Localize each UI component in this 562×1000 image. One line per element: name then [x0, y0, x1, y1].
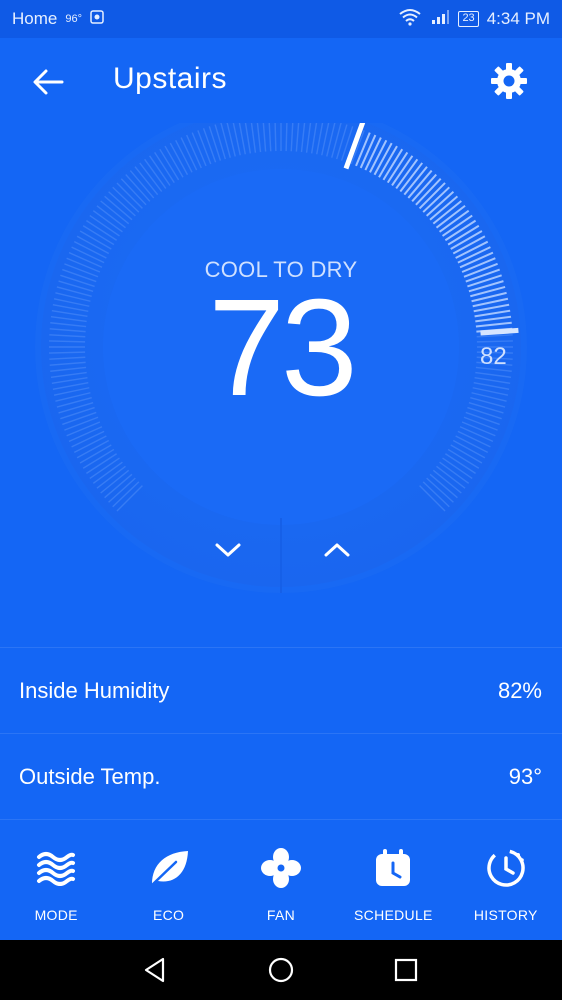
square-recents-icon: [394, 958, 418, 982]
decrease-temperature-button[interactable]: [174, 513, 281, 587]
wifi-icon: [398, 8, 422, 31]
settings-button[interactable]: [490, 62, 528, 100]
chevron-down-icon: [215, 543, 240, 557]
outside-temp-value: 93°: [508, 763, 542, 789]
nav-schedule-label: SCHEDULE: [354, 907, 433, 923]
carrier-label: Home: [12, 9, 58, 28]
calendar-clock-icon: [371, 846, 415, 890]
increase-temperature-button[interactable]: [283, 513, 390, 587]
status-bar: Home 96° 23 4:34 PM: [0, 0, 562, 38]
humidity-value: 82%: [497, 677, 542, 703]
time-label: 4:34 PM: [486, 9, 550, 28]
signal-icon: [430, 9, 450, 30]
nav-fan-button[interactable]: FAN: [225, 822, 337, 940]
circle-home-icon: [268, 957, 294, 983]
leaf-icon: [147, 846, 191, 890]
weather-label: 96°: [65, 13, 82, 25]
status-left: Home 96°: [12, 9, 104, 29]
system-home-button[interactable]: [263, 952, 299, 988]
battery-icon: 23: [458, 11, 479, 27]
page-title: Upstairs: [113, 62, 228, 95]
nav-mode-button[interactable]: MODE: [0, 822, 112, 940]
dial-tick: [274, 123, 277, 152]
limit-temperature-label: 82: [480, 343, 507, 370]
nav-history-label: HISTORY: [473, 907, 538, 923]
status-right: 23 4:34 PM: [398, 8, 550, 31]
nav-eco-label: ECO: [152, 907, 185, 923]
waves-icon: [34, 846, 78, 890]
system-nav-bar: [0, 940, 562, 1000]
thermostat-dial[interactable]: COOL TO DRY 73 82: [34, 123, 528, 617]
nav-schedule-button[interactable]: SCHEDULE: [337, 822, 449, 940]
back-arrow-icon: [33, 69, 64, 95]
gear-icon: [491, 63, 527, 99]
dial-tick: [285, 123, 288, 152]
divider: [0, 819, 562, 820]
history-icon: [484, 846, 528, 890]
outside-temp-row: Outside Temp. 93°: [0, 733, 562, 819]
back-button[interactable]: [30, 64, 66, 100]
outside-temp-label: Outside Temp.: [19, 763, 161, 789]
system-back-button[interactable]: [137, 952, 173, 988]
setpoint-temperature: 73: [208, 271, 358, 425]
fan-icon: [259, 846, 303, 890]
humidity-label: Inside Humidity: [19, 677, 170, 703]
chevron-up-icon: [324, 543, 349, 557]
nav-fan-label: FAN: [266, 907, 296, 923]
nav-mode-label: MODE: [34, 907, 78, 923]
nav-eco-button[interactable]: ECO: [112, 822, 224, 940]
system-recents-button[interactable]: [388, 952, 424, 988]
humidity-row: Inside Humidity 82%: [0, 647, 562, 733]
triangle-back-icon: [144, 957, 165, 983]
app-header: Upstairs: [0, 38, 562, 124]
notification-icon: [90, 9, 104, 29]
bottom-nav: MODE ECO FAN SCHEDULE HISTORY: [0, 822, 562, 940]
nav-history-button[interactable]: HISTORY: [450, 822, 562, 940]
